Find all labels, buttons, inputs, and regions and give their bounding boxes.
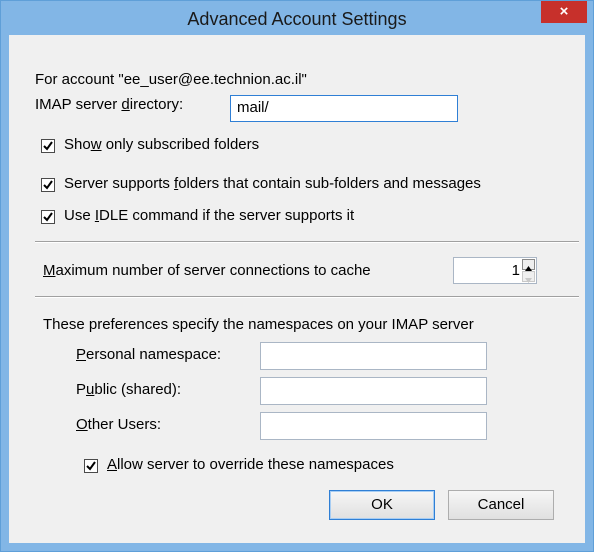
dialog-title: Advanced Account Settings	[187, 9, 407, 29]
max-connections-accesskey: M	[43, 262, 56, 279]
other-users-label: Other Users:	[76, 416, 161, 433]
allow-override-checkbox[interactable]	[84, 459, 98, 473]
imap-directory-label-pre: IMAP server	[35, 96, 122, 113]
imap-directory-accesskey: d	[121, 96, 130, 113]
show-subscribed-checkbox[interactable]	[41, 139, 55, 153]
imap-directory-label: IMAP server directory:	[35, 96, 183, 113]
imap-directory-input[interactable]: mail/	[230, 95, 458, 122]
spin-down-button[interactable]	[522, 271, 535, 283]
sub-folders-label-pre: Server supports	[64, 175, 175, 192]
show-subscribed-accesskey: w	[90, 136, 102, 153]
public-namespace-label: Public (shared):	[76, 381, 181, 398]
imap-directory-label-post: irectory:	[129, 96, 184, 113]
public-namespace-label-post: blic (shared):	[94, 381, 182, 398]
other-users-accesskey: O	[76, 416, 88, 433]
cancel-button[interactable]: Cancel	[448, 490, 554, 520]
allow-override-label-post: llow server to override these namespaces	[117, 456, 394, 473]
public-namespace-input[interactable]	[260, 377, 487, 405]
other-users-input[interactable]	[260, 412, 487, 440]
checkmark-icon	[86, 461, 96, 471]
allow-override-label[interactable]: Allow server to override these namespace…	[107, 456, 394, 473]
personal-namespace-label: Personal namespace:	[76, 346, 221, 363]
close-icon: ×	[559, 3, 569, 20]
sub-folders-label-post: olders that contain sub-folders and mess…	[178, 175, 481, 192]
sub-folders-label[interactable]: Server supports folders that contain sub…	[64, 175, 481, 192]
namespaces-intro: These preferences specify the namespaces…	[43, 316, 474, 333]
show-subscribed-label-pre: Sho	[64, 136, 91, 153]
arrow-down-icon	[525, 278, 532, 283]
separator	[35, 296, 579, 298]
personal-namespace-label-post: ersonal namespace:	[86, 346, 222, 363]
checkmark-icon	[43, 180, 53, 190]
idle-command-checkbox[interactable]	[41, 210, 55, 224]
max-connections-label: Maximum number of server connections to …	[43, 262, 371, 279]
checkmark-icon	[43, 141, 53, 151]
spinner-buttons	[522, 259, 535, 283]
idle-command-label-pre: Use	[64, 207, 95, 224]
title-bar[interactable]: Advanced Account Settings ×	[1, 1, 593, 35]
max-connections-label-post: aximum number of server connections to c…	[55, 262, 371, 279]
max-connections-value: 1	[511, 262, 520, 279]
personal-namespace-input[interactable]	[260, 342, 487, 370]
public-namespace-label-pre: P	[76, 381, 87, 398]
dialog-body: For account "ee_user@ee.technion.ac.il" …	[9, 35, 585, 543]
idle-command-label-post: DLE command if the server supports it	[99, 207, 355, 224]
close-button[interactable]: ×	[541, 1, 587, 23]
idle-command-label[interactable]: Use IDLE command if the server supports …	[64, 207, 354, 224]
separator	[35, 241, 579, 243]
spin-up-button[interactable]	[522, 259, 535, 271]
checkmark-icon	[43, 212, 53, 222]
personal-namespace-accesskey: P	[76, 346, 87, 363]
sub-folders-checkbox[interactable]	[41, 178, 55, 192]
allow-override-accesskey: A	[107, 456, 118, 473]
other-users-label-post: ther Users:	[87, 416, 162, 433]
show-subscribed-label-post: only subscribed folders	[101, 136, 260, 153]
advanced-account-settings-dialog: Advanced Account Settings × For account …	[0, 0, 594, 552]
max-connections-spinner[interactable]: 1	[453, 257, 537, 284]
ok-button[interactable]: OK	[329, 490, 435, 520]
show-subscribed-label[interactable]: Show only subscribed folders	[64, 136, 259, 153]
account-label: For account "ee_user@ee.technion.ac.il"	[35, 71, 307, 88]
